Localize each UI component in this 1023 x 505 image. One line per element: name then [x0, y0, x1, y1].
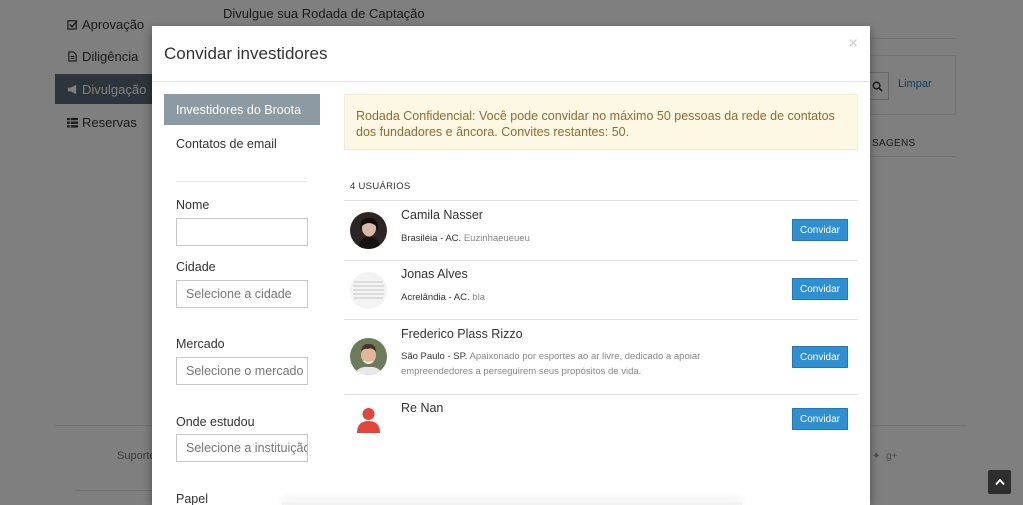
- divider: [344, 319, 858, 320]
- school-select[interactable]: [176, 434, 308, 462]
- city-select[interactable]: [176, 280, 308, 308]
- name-input[interactable]: [176, 218, 308, 246]
- divider: [344, 394, 858, 395]
- avatar: [350, 338, 387, 375]
- avatar: [350, 272, 387, 309]
- divider: [176, 181, 308, 182]
- user-bio: Euzinhaeueueu: [463, 233, 530, 244]
- user-location: Acrelândia - AC. bla: [401, 290, 721, 305]
- close-icon[interactable]: ×: [849, 35, 858, 53]
- default-user-icon: [350, 402, 387, 439]
- city-label: Cidade: [176, 260, 216, 274]
- divider: [344, 200, 858, 201]
- name-label: Nome: [176, 198, 210, 212]
- market-select[interactable]: [176, 357, 308, 385]
- user-location: São Paulo - SP. Apaixonado por esportes …: [401, 349, 721, 379]
- user-city: Acrelândia - AC.: [401, 292, 470, 303]
- school-label: Onde estudou: [176, 415, 255, 429]
- user-name[interactable]: Camila Nasser: [401, 208, 483, 222]
- user-name[interactable]: Frederico Plass Rizzo: [401, 327, 523, 341]
- user-bio: bla: [472, 292, 485, 303]
- divider: [344, 260, 858, 261]
- invite-button[interactable]: Convidar: [792, 346, 848, 368]
- invite-investors-modal: Convidar investidores × Investidores do …: [152, 26, 870, 505]
- chevron-up-icon: [994, 478, 1005, 486]
- confidential-round-alert: Rodada Confidencial: Você pode convidar …: [344, 94, 858, 150]
- invite-button[interactable]: Convidar: [792, 408, 848, 430]
- market-label: Mercado: [176, 337, 225, 351]
- role-label: Papel: [176, 492, 208, 505]
- modal-left-column: Investidores do Broota Contatos de email: [164, 94, 320, 159]
- user-location: Brasiléia - AC. Euzinhaeueueu: [401, 231, 721, 246]
- modal-title: Convidar investidores: [164, 44, 328, 63]
- user-count: 4 USUÁRIOS: [350, 181, 411, 192]
- avatar: [350, 212, 387, 249]
- user-city: São Paulo - SP.: [401, 351, 468, 362]
- tab-email-contacts[interactable]: Contatos de email: [164, 128, 320, 159]
- tab-broota-investors[interactable]: Investidores do Broota: [164, 94, 320, 125]
- invite-button[interactable]: Convidar: [792, 219, 848, 241]
- user-city: Brasiléia - AC.: [401, 233, 462, 244]
- user-name[interactable]: Re Nan: [401, 401, 443, 415]
- user-name[interactable]: Jonas Alves: [401, 267, 468, 281]
- invite-button[interactable]: Convidar: [792, 278, 848, 300]
- modal-header: Convidar investidores ×: [152, 26, 870, 82]
- scroll-to-top-button[interactable]: [988, 470, 1011, 494]
